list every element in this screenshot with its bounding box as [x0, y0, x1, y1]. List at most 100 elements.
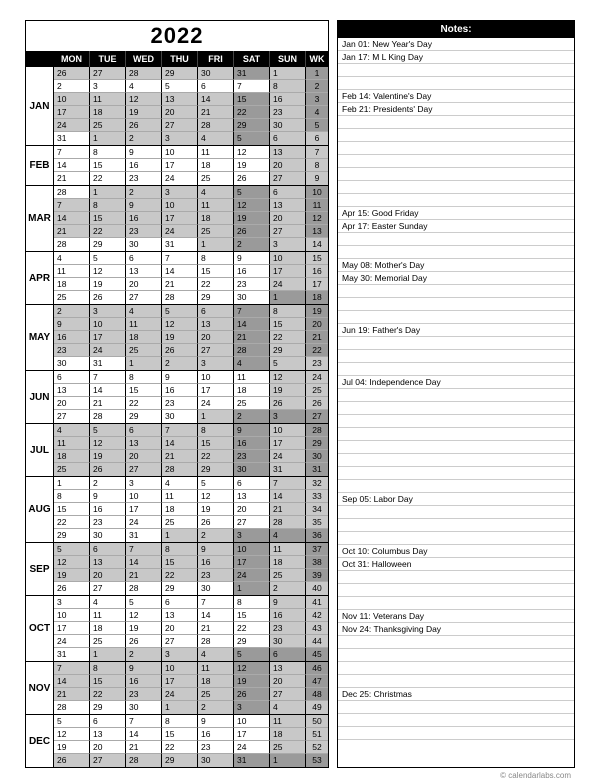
- month-label: DEC: [26, 715, 54, 767]
- day-cell: 16: [198, 728, 234, 741]
- day-cell: 12: [198, 490, 234, 503]
- week-number: 32: [306, 477, 328, 490]
- day-cell: 25: [126, 344, 162, 357]
- day-cell: 25: [54, 291, 90, 304]
- week-row: 282930123449: [54, 701, 328, 714]
- day-cell: 13: [270, 662, 306, 675]
- day-cell: 6: [90, 543, 126, 556]
- day-cell: 15: [126, 384, 162, 397]
- day-cell: 30: [126, 238, 162, 251]
- day-header-wed: WED: [126, 51, 162, 67]
- note-line: Apr 15: Good Friday: [338, 207, 574, 220]
- day-cell: 4: [162, 477, 198, 490]
- week-number: 26: [306, 397, 328, 410]
- day-cell: 23: [270, 106, 306, 119]
- day-cell: 2: [126, 186, 162, 199]
- day-cell: 14: [162, 265, 198, 278]
- day-cell: 14: [162, 437, 198, 450]
- day-cell: 4: [90, 596, 126, 609]
- note-line: May 08: Mother's Day: [338, 259, 574, 272]
- week-row: 30311234523: [54, 357, 328, 370]
- day-cell: 23: [126, 172, 162, 185]
- day-cell: 29: [162, 582, 198, 595]
- day-cell: 29: [90, 238, 126, 251]
- day-cell: 13: [126, 265, 162, 278]
- day-cell: 28: [198, 635, 234, 648]
- note-line: [338, 181, 574, 194]
- day-cell: 3: [162, 132, 198, 145]
- day-cell: 9: [234, 252, 270, 265]
- day-cell: 27: [270, 225, 306, 238]
- week-number: 13: [306, 225, 328, 238]
- day-cell: 4: [54, 252, 90, 265]
- note-line: [338, 454, 574, 467]
- day-cell: 26: [234, 225, 270, 238]
- day-cell: 8: [126, 371, 162, 384]
- note-line: [338, 389, 574, 402]
- week-number: 12: [306, 212, 328, 225]
- week-row: 56789101137: [54, 543, 328, 556]
- week-row: 345678941: [54, 596, 328, 609]
- note-line: Oct 31: Halloween: [338, 558, 574, 571]
- day-cell: 6: [54, 371, 90, 384]
- week-number: 36: [306, 529, 328, 542]
- day-cell: 16: [90, 503, 126, 516]
- day-cell: 31: [162, 238, 198, 251]
- week-row: 1314151617181925: [54, 384, 328, 397]
- week-row: 242526272829305: [54, 119, 328, 132]
- note-line: Nov 24: Thanksgiving Day: [338, 623, 574, 636]
- day-cell: 20: [126, 450, 162, 463]
- day-cell: 11: [90, 609, 126, 622]
- day-cell: 22: [162, 741, 198, 754]
- day-cell: 7: [54, 146, 90, 159]
- note-line: [338, 441, 574, 454]
- day-cell: 14: [126, 556, 162, 569]
- week-row: 1112131415161729: [54, 437, 328, 450]
- day-cell: 26: [126, 119, 162, 132]
- day-cell: 8: [54, 490, 90, 503]
- day-cell: 7: [234, 80, 270, 93]
- day-cell: 6: [198, 305, 234, 318]
- day-cell: 18: [90, 106, 126, 119]
- week-row: 262728293031153: [54, 754, 328, 767]
- day-cell: 16: [198, 556, 234, 569]
- day-cell: 19: [54, 741, 90, 754]
- day-cell: 31: [234, 754, 270, 767]
- day-cell: 12: [126, 93, 162, 106]
- day-cell: 9: [198, 715, 234, 728]
- week-row: 26272829303111: [54, 67, 328, 80]
- day-cell: 6: [162, 596, 198, 609]
- month-label: SEP: [26, 543, 54, 595]
- day-cell: 26: [270, 397, 306, 410]
- day-cell: 1: [90, 648, 126, 661]
- day-cell: 26: [198, 516, 234, 529]
- month-label: OCT: [26, 596, 54, 661]
- day-cell: 19: [126, 622, 162, 635]
- week-number: 49: [306, 701, 328, 714]
- day-cell: 1: [198, 410, 234, 423]
- day-cell: 24: [270, 450, 306, 463]
- week-number: 28: [306, 424, 328, 437]
- day-cell: 30: [270, 119, 306, 132]
- day-cell: 31: [54, 648, 90, 661]
- day-cell: 12: [162, 318, 198, 331]
- day-cell: 27: [54, 410, 90, 423]
- day-cell: 24: [234, 569, 270, 582]
- day-cell: 5: [234, 648, 270, 661]
- day-cell: 5: [90, 252, 126, 265]
- day-cell: 13: [234, 490, 270, 503]
- day-cell: 10: [270, 252, 306, 265]
- day-cell: 8: [270, 80, 306, 93]
- day-cell: 12: [234, 146, 270, 159]
- day-header-row: MONTUEWEDTHUFRISATSUNWK: [26, 51, 328, 67]
- week-number: 38: [306, 556, 328, 569]
- day-cell: 24: [126, 516, 162, 529]
- note-line: Jan 01: New Year's Day: [338, 38, 574, 51]
- month-label: JAN: [26, 67, 54, 145]
- day-cell: 11: [270, 543, 306, 556]
- week-row: 311234566: [54, 132, 328, 145]
- day-cell: 22: [234, 622, 270, 635]
- day-cell: 24: [90, 344, 126, 357]
- day-cell: 30: [198, 582, 234, 595]
- day-cell: 9: [270, 596, 306, 609]
